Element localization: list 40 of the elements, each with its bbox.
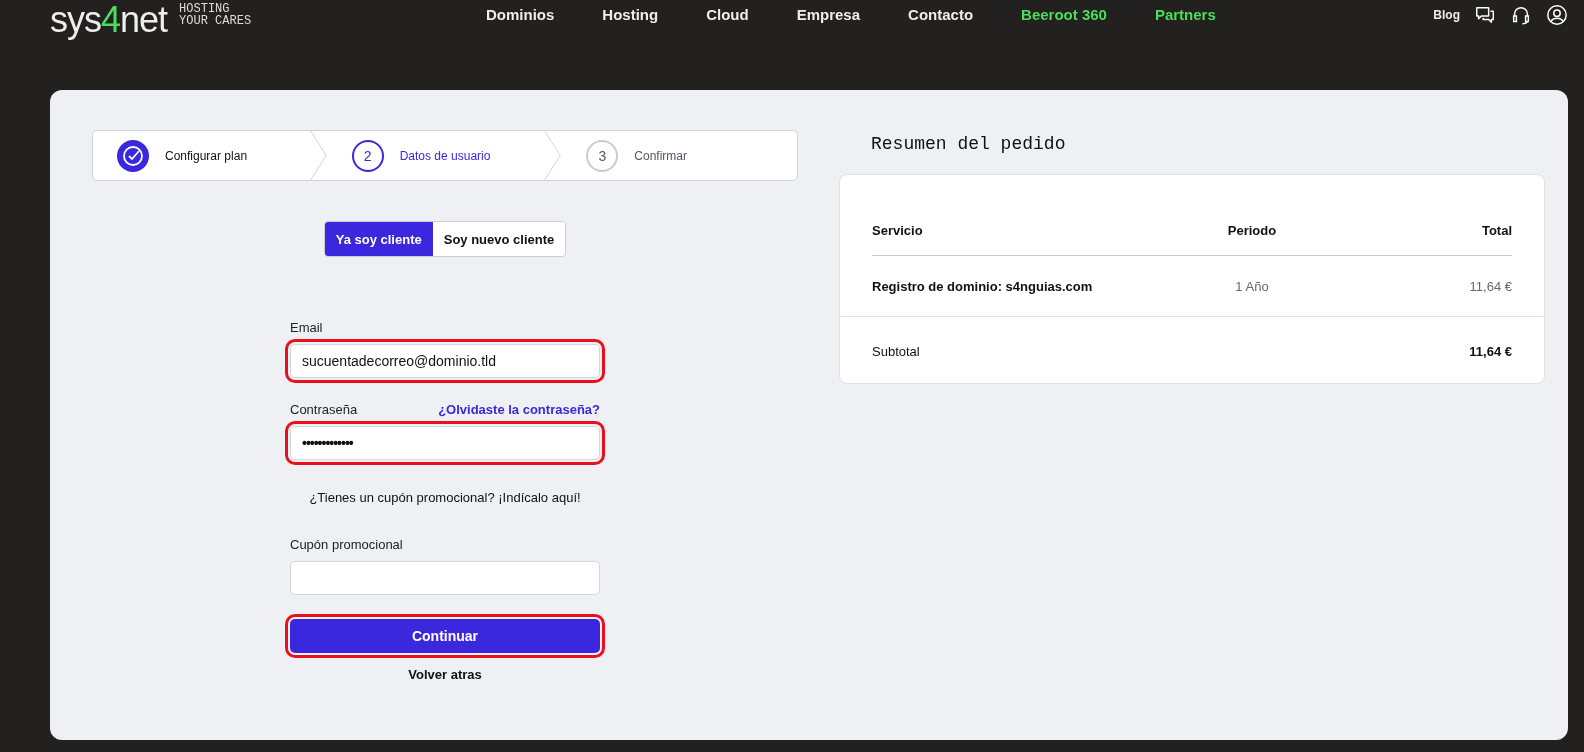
step-number: 2 — [351, 139, 384, 172]
step[interactable]: 3 Confirmar — [562, 131, 797, 180]
subtotal-label: Subtotal — [872, 343, 921, 359]
forgot-password-link[interactable]: ¿Olvidaste la contraseña? — [438, 402, 600, 426]
table-cell-text: Registro de dominio: s4nguias.com — [872, 278, 1094, 294]
tagline: YOUR CARES — [179, 15, 252, 27]
user-icon[interactable] — [1546, 4, 1568, 26]
coupon-input[interactable] — [290, 561, 600, 595]
coupon-prompt[interactable]: ¿Tienes un cupón promocional? ¡Indícalo aquí! — [290, 490, 600, 505]
step-number: 3 — [586, 139, 619, 172]
nav-link[interactable]: Empresa — [796, 6, 861, 23]
column-header: Total — [1480, 222, 1512, 238]
step-label: Datos de usuario — [399, 148, 491, 163]
nav-link[interactable]: Beeroot 360 — [1021, 6, 1107, 23]
step[interactable]: 2 Datos de usuario — [327, 131, 563, 180]
step-label: Confirmar — [634, 148, 688, 163]
field-label: Cupón promocional — [290, 537, 404, 552]
field-label: Email — [290, 320, 324, 335]
headset-icon[interactable] — [1510, 4, 1532, 26]
table-cell-text: 1 Año — [1234, 278, 1270, 294]
nav-link[interactable]: Dominios — [486, 6, 555, 23]
step-label: Configurar plan — [165, 148, 248, 163]
tagline: HOSTING — [179, 3, 230, 15]
nav-link[interactable]: Contacto — [908, 6, 974, 23]
subtotal-value: 11,64 € — [1468, 343, 1512, 359]
summary-title: Resumen del pedido — [871, 133, 1067, 156]
table-cell-text: 11,64 € — [1468, 278, 1512, 294]
field-label: Contraseña — [290, 402, 358, 417]
toggle-tab[interactable]: Ya soy cliente — [324, 222, 433, 256]
nav-link[interactable]: Partners — [1154, 6, 1216, 23]
nav-link[interactable]: Hosting — [602, 6, 659, 23]
chat-icon[interactable] — [1474, 4, 1496, 26]
step[interactable]: Configurar plan — [93, 131, 328, 180]
column-header: Servicio — [872, 222, 924, 238]
logo[interactable]: sys4net — [50, 0, 168, 40]
nav-link[interactable]: Cloud — [706, 6, 749, 23]
check-circle-icon — [117, 139, 149, 172]
blog-link[interactable]: Blog — [1433, 8, 1460, 22]
back-link[interactable]: Volver atras — [290, 667, 600, 682]
column-header: Periodo — [1226, 222, 1278, 238]
